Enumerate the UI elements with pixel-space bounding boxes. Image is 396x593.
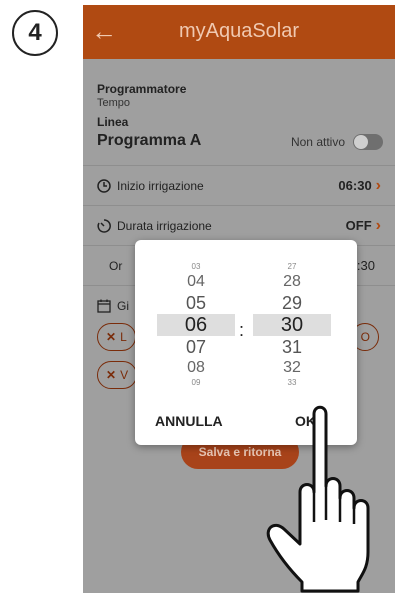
app-title: myAquaSolar: [178, 20, 300, 42]
row-durata-irrigazione[interactable]: Durata irrigazione OFF ›: [83, 205, 395, 245]
hour-option[interactable]: 07: [157, 336, 235, 358]
status-text: Non attivo: [290, 135, 345, 149]
step-number-badge: 4: [12, 10, 58, 56]
minute-option[interactable]: 33: [253, 378, 331, 388]
programmatore-label: Programmatore: [97, 82, 187, 96]
linea-label: Linea: [97, 115, 129, 129]
close-icon: ✕: [106, 368, 117, 382]
hour-picker[interactable]: 03 04 05 06 07 08 09: [157, 262, 235, 388]
day-pill[interactable]: ✕ V: [97, 361, 138, 389]
durata-value: OFF: [345, 218, 372, 233]
program-name: Programma A: [97, 132, 202, 149]
minute-option[interactable]: 31: [253, 336, 331, 358]
tutorial-figure: 4 ← myAquaSolar Programmatore Tempo Line…: [0, 0, 396, 593]
hour-option[interactable]: 03: [157, 262, 235, 272]
hour-option[interactable]: 09: [157, 378, 235, 388]
minute-option[interactable]: 28: [253, 272, 331, 292]
day-pill[interactable]: ✕ L: [97, 323, 136, 351]
hour-option[interactable]: 08: [157, 358, 235, 378]
chevron-right-icon: ›: [375, 216, 381, 234]
active-toggle[interactable]: [353, 134, 383, 150]
pointing-hand-icon: [266, 405, 370, 593]
orario-label-partial: Or: [109, 258, 123, 273]
minute-option[interactable]: 32: [253, 358, 331, 378]
day-pill-label: V: [120, 368, 129, 382]
minute-option[interactable]: 27: [253, 262, 331, 272]
row-inizio-irrigazione[interactable]: Inizio irrigazione 06:30 ›: [83, 165, 395, 205]
hour-option[interactable]: 05: [157, 292, 235, 314]
clock-icon: [97, 178, 111, 193]
day-pill-label: L: [120, 330, 127, 344]
close-icon: ✕: [106, 330, 117, 344]
chevron-right-icon: ›: [375, 176, 381, 194]
calendar-icon: [97, 299, 111, 313]
durata-label: Durata irrigazione: [117, 218, 212, 233]
time-separator: :: [239, 320, 245, 340]
giorni-label-partial: Gi: [117, 298, 129, 313]
cancel-button[interactable]: ANNULLA: [155, 413, 223, 429]
timer-icon: [97, 218, 111, 233]
hour-option[interactable]: 04: [157, 272, 235, 292]
app-bar: ← myAquaSolar: [83, 5, 395, 59]
minute-picker[interactable]: 27 28 29 30 31 32 33: [253, 262, 331, 388]
inizio-label: Inizio irrigazione: [117, 178, 204, 193]
programmatore-value: Tempo: [97, 97, 131, 109]
day-pill-label: O: [360, 330, 370, 344]
status-toggle-row: Non attivo: [291, 134, 383, 150]
minute-option[interactable]: 29: [253, 292, 331, 314]
minute-selected[interactable]: 30: [253, 314, 331, 336]
inizio-value: 06:30: [338, 178, 372, 193]
hour-selected[interactable]: 06: [157, 314, 235, 336]
